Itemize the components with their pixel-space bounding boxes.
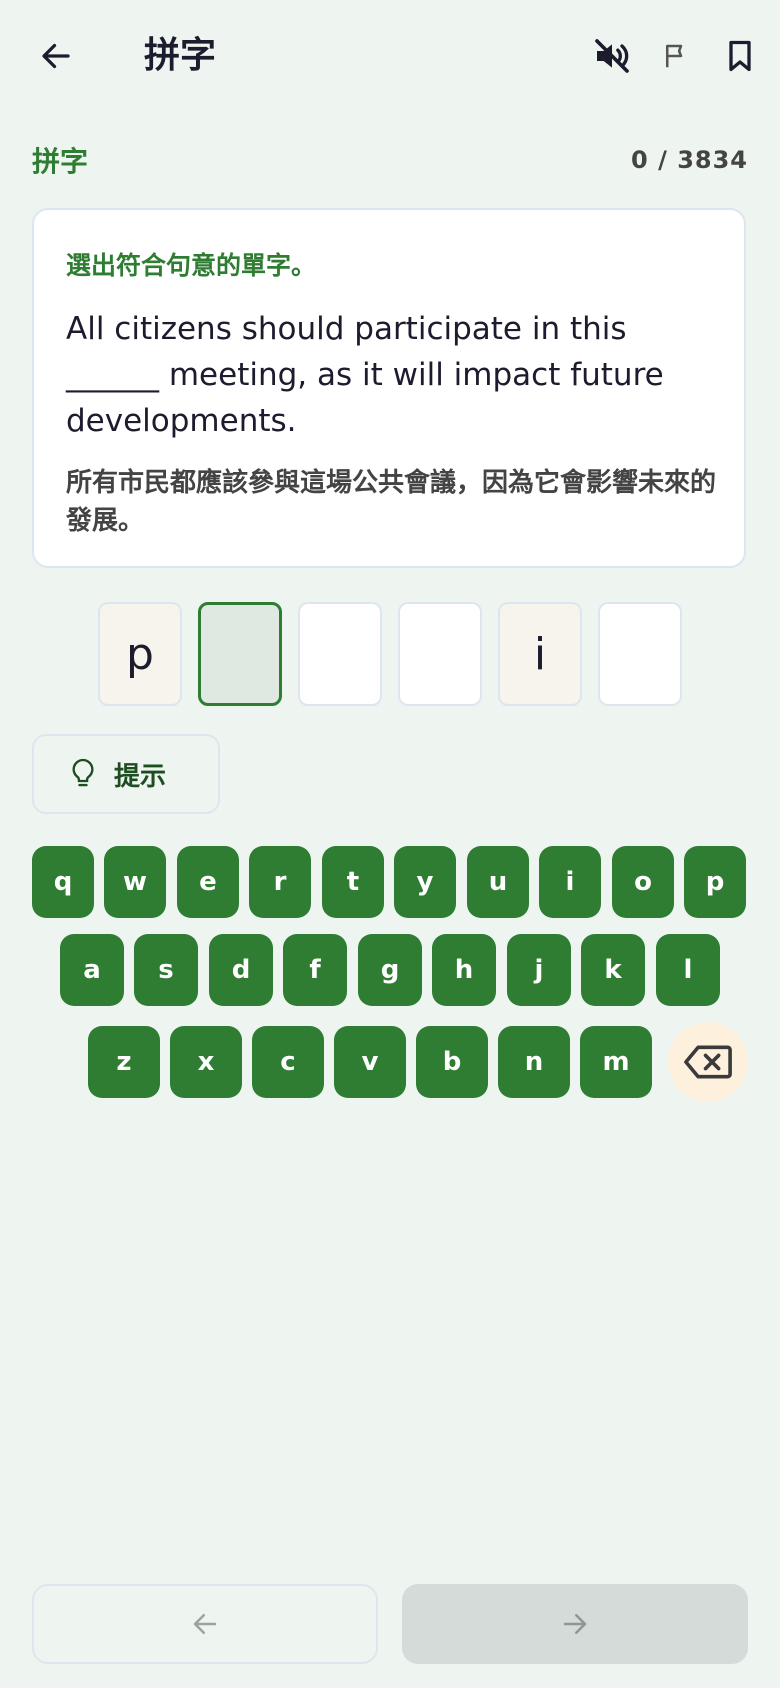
key-z[interactable]: z [88, 1026, 160, 1098]
hint-label: 提示 [114, 761, 167, 792]
key-f[interactable]: f [283, 934, 347, 1006]
flag-icon [666, 44, 683, 68]
question-sentence: All citizens should participate in this … [66, 311, 664, 439]
answer-slot[interactable] [398, 602, 482, 706]
key-l[interactable]: l [656, 934, 720, 1006]
section-label: 拼字 [32, 145, 89, 178]
arrow-left-icon [42, 43, 70, 69]
key-n[interactable]: n [498, 1026, 570, 1098]
key-h[interactable]: h [432, 934, 496, 1006]
key-q[interactable]: q [32, 846, 94, 918]
answer-slots: p i [98, 602, 682, 706]
arrow-left-icon [193, 1614, 217, 1634]
key-u[interactable]: u [467, 846, 529, 918]
key-g[interactable]: g [358, 934, 422, 1006]
key-w[interactable]: w [104, 846, 166, 918]
bookmark-icon [729, 40, 751, 72]
key-o[interactable]: o [612, 846, 674, 918]
key-v[interactable]: v [334, 1026, 406, 1098]
key-p[interactable]: p [684, 846, 746, 918]
answer-slot[interactable] [298, 602, 382, 706]
answer-slot[interactable] [598, 602, 682, 706]
key-y[interactable]: y [394, 846, 456, 918]
key-t[interactable]: t [322, 846, 384, 918]
backspace-button[interactable] [668, 1022, 748, 1102]
next-button[interactable] [402, 1584, 748, 1664]
sound-toggle-button[interactable] [586, 30, 638, 82]
key-k[interactable]: k [581, 934, 645, 1006]
key-x[interactable]: x [170, 1026, 242, 1098]
key-r[interactable]: r [249, 846, 311, 918]
answer-slot[interactable] [198, 602, 282, 706]
lightbulb-icon [68, 757, 98, 791]
volume-off-icon [595, 39, 629, 73]
answer-slot[interactable]: i [498, 602, 582, 706]
key-i[interactable]: i [539, 846, 601, 918]
sentence-translation: 所有市民都應該參與這場公共會議，因為它會影響未來的發展。 [66, 468, 717, 536]
hint-button[interactable]: 提示 [32, 734, 220, 814]
key-b[interactable]: b [416, 1026, 488, 1098]
instruction-text: 選出符合句意的單字。 [66, 251, 317, 280]
key-s[interactable]: s [134, 934, 198, 1006]
key-d[interactable]: d [209, 934, 273, 1006]
progress-counter: 0 / 3834 [631, 146, 748, 174]
bookmark-button[interactable] [714, 30, 766, 82]
key-e[interactable]: e [177, 846, 239, 918]
arrow-right-icon [563, 1614, 587, 1634]
key-j[interactable]: j [507, 934, 571, 1006]
page-title: 拼字 [144, 35, 217, 76]
top-bar: 拼字 [0, 0, 780, 112]
back-button[interactable] [32, 30, 80, 82]
key-c[interactable]: c [252, 1026, 324, 1098]
answer-slot[interactable]: p [98, 602, 182, 706]
question-card: 選出符合句意的單字。 All citizens should participa… [32, 208, 746, 568]
report-button[interactable] [650, 30, 702, 82]
previous-button[interactable] [32, 1584, 378, 1664]
key-a[interactable]: a [60, 934, 124, 1006]
key-m[interactable]: m [580, 1026, 652, 1098]
backspace-icon [684, 1045, 732, 1079]
